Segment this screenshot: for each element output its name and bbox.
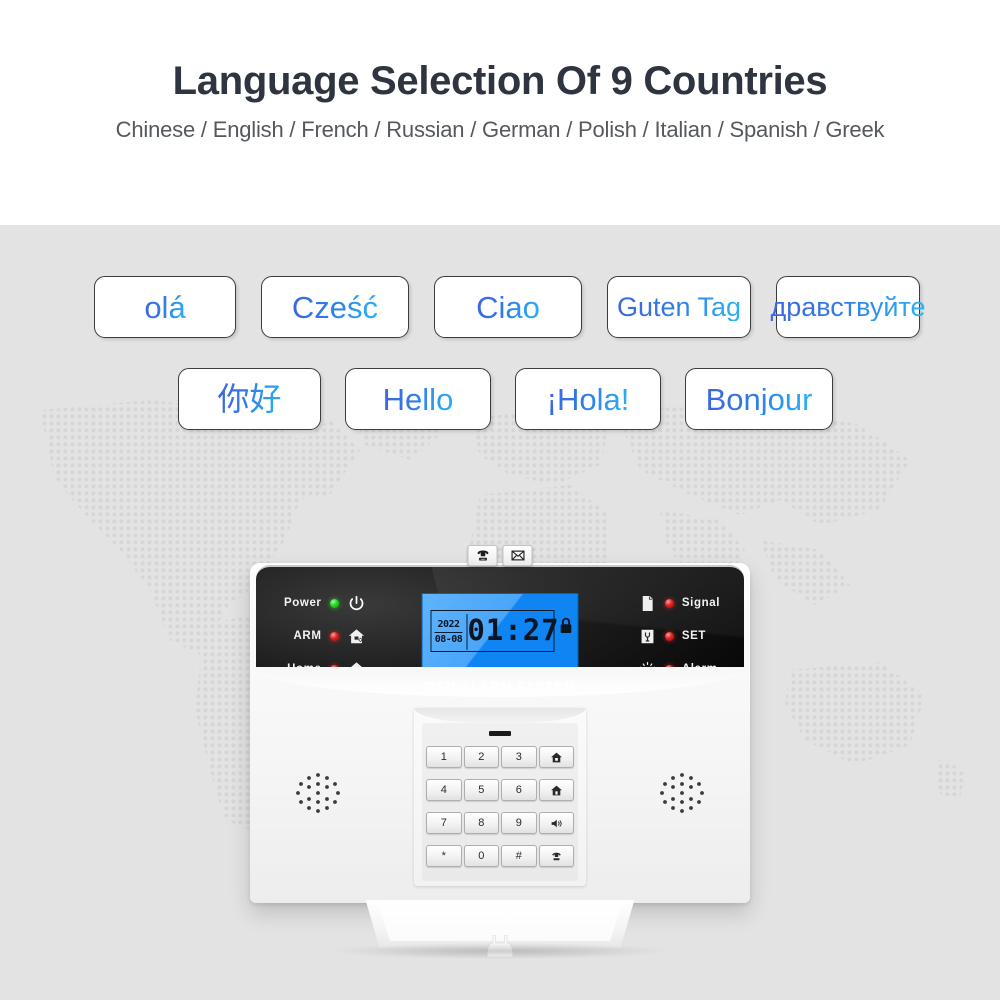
power-led	[329, 598, 339, 608]
indicator-arm: ARM	[294, 626, 366, 646]
indicator-power: Power	[284, 593, 366, 613]
greeting-bubble-portuguese[interactable]: olá	[94, 276, 236, 338]
house-icon	[550, 785, 562, 795]
lcd-time: 01:27	[467, 613, 560, 647]
greeting-bubble-spanish[interactable]: ¡Hola!	[515, 368, 661, 430]
greeting-bubble-italian[interactable]: Ciao	[434, 276, 582, 338]
speaker-grille-right	[660, 773, 704, 813]
key-call[interactable]	[538, 845, 574, 867]
page-title: Language Selection Of 9 Countries	[172, 59, 828, 103]
greeting-bubble-polish[interactable]: Cześć	[261, 276, 409, 338]
indicator-label: SET	[681, 630, 707, 642]
greeting-bubble-english[interactable]: Hello	[345, 368, 491, 430]
greeting-text: ¡Hola!	[546, 381, 630, 417]
device-brand-label: GSM ALARM SYSTEM	[424, 679, 576, 693]
wrench-icon	[641, 629, 654, 643]
keypad-slot	[489, 731, 511, 736]
phone-button[interactable]	[467, 545, 498, 566]
lcd-year: 2022	[434, 619, 463, 633]
keypad-grid: 1 2 3 4 5 6 7 8 9 * 0 #	[426, 746, 574, 867]
greeting-row-2: 你好 Hello ¡Hola! Bonjour	[178, 368, 833, 430]
key-8[interactable]: 8	[463, 812, 499, 834]
key-9[interactable]: 9	[501, 812, 537, 834]
key-4[interactable]: 4	[426, 779, 462, 801]
house-lock-icon	[550, 752, 562, 762]
greeting-row-1: olá Cześć Ciao Guten Tag дравствуйте	[94, 276, 926, 338]
lcd-date-block: 2022 08-08	[434, 614, 468, 650]
speaker-icon	[551, 819, 562, 827]
message-button[interactable]	[502, 545, 533, 566]
key-arm-home[interactable]	[538, 779, 574, 801]
key-volume[interactable]	[538, 812, 574, 834]
lcd-display: 2022 08-08 01:27	[421, 593, 579, 673]
key-1[interactable]: 1	[426, 746, 462, 768]
indicator-label: Signal	[681, 597, 720, 609]
key-3[interactable]: 3	[501, 746, 537, 768]
lcd-month-day: 08-08	[434, 633, 463, 645]
arm-led	[329, 631, 339, 641]
key-hash[interactable]: #	[501, 845, 537, 867]
signal-led	[664, 598, 674, 608]
indicator-set: SET	[638, 626, 706, 646]
speaker-grille-left	[296, 773, 340, 813]
lcd-readout-frame: 2022 08-08 01:27	[430, 610, 560, 652]
greeting-text: Cześć	[291, 289, 379, 325]
power-icon	[349, 595, 363, 610]
key-7[interactable]: 7	[426, 812, 462, 834]
gsm-alarm-panel: Power ARM Hom	[238, 545, 762, 985]
indicator-label: Power	[284, 597, 322, 609]
set-led	[664, 631, 674, 641]
keypad-plate: 1 2 3 4 5 6 7 8 9 * 0 #	[422, 723, 578, 881]
greeting-bubble-german[interactable]: Guten Tag	[607, 276, 751, 338]
sim-card-icon	[642, 595, 653, 611]
language-list-subtitle: Chinese / English / French / Russian / G…	[115, 117, 885, 142]
greeting-bubble-russian[interactable]: дравствуйте	[770, 276, 926, 338]
device-drop-shadow	[335, 943, 665, 959]
greeting-text: olá	[144, 289, 186, 325]
key-0[interactable]: 0	[463, 845, 499, 867]
greeting-bubble-french[interactable]: Bonjour	[685, 368, 833, 430]
keypad-housing: 1 2 3 4 5 6 7 8 9 * 0 #	[414, 708, 586, 886]
indicator-signal: Signal	[638, 593, 720, 613]
greeting-text: Hello	[382, 381, 454, 417]
greeting-text: 你好	[217, 381, 282, 417]
house-arm-icon	[348, 628, 364, 643]
indicator-label: ARM	[293, 630, 322, 642]
key-arm-away[interactable]	[538, 746, 574, 768]
greeting-text: Guten Tag	[616, 291, 742, 322]
phone-icon	[552, 852, 561, 860]
key-6[interactable]: 6	[501, 779, 537, 801]
key-star[interactable]: *	[426, 845, 462, 867]
phone-icon	[477, 550, 488, 561]
lock-icon	[560, 617, 572, 633]
device-top-buttons	[467, 545, 533, 566]
page-header: Language Selection Of 9 Countries Chines…	[0, 0, 1000, 225]
envelope-icon	[511, 550, 524, 561]
product-stage: olá Cześć Ciao Guten Tag дравствуйте 你好 …	[0, 225, 1000, 1000]
greeting-text: дравствуйте	[770, 291, 926, 322]
key-5[interactable]: 5	[463, 779, 499, 801]
keypad-notch	[414, 708, 586, 724]
greeting-text: Bonjour	[705, 381, 813, 417]
greeting-bubble-chinese[interactable]: 你好	[178, 368, 321, 430]
greeting-text: Ciao	[476, 289, 540, 325]
key-2[interactable]: 2	[463, 746, 499, 768]
